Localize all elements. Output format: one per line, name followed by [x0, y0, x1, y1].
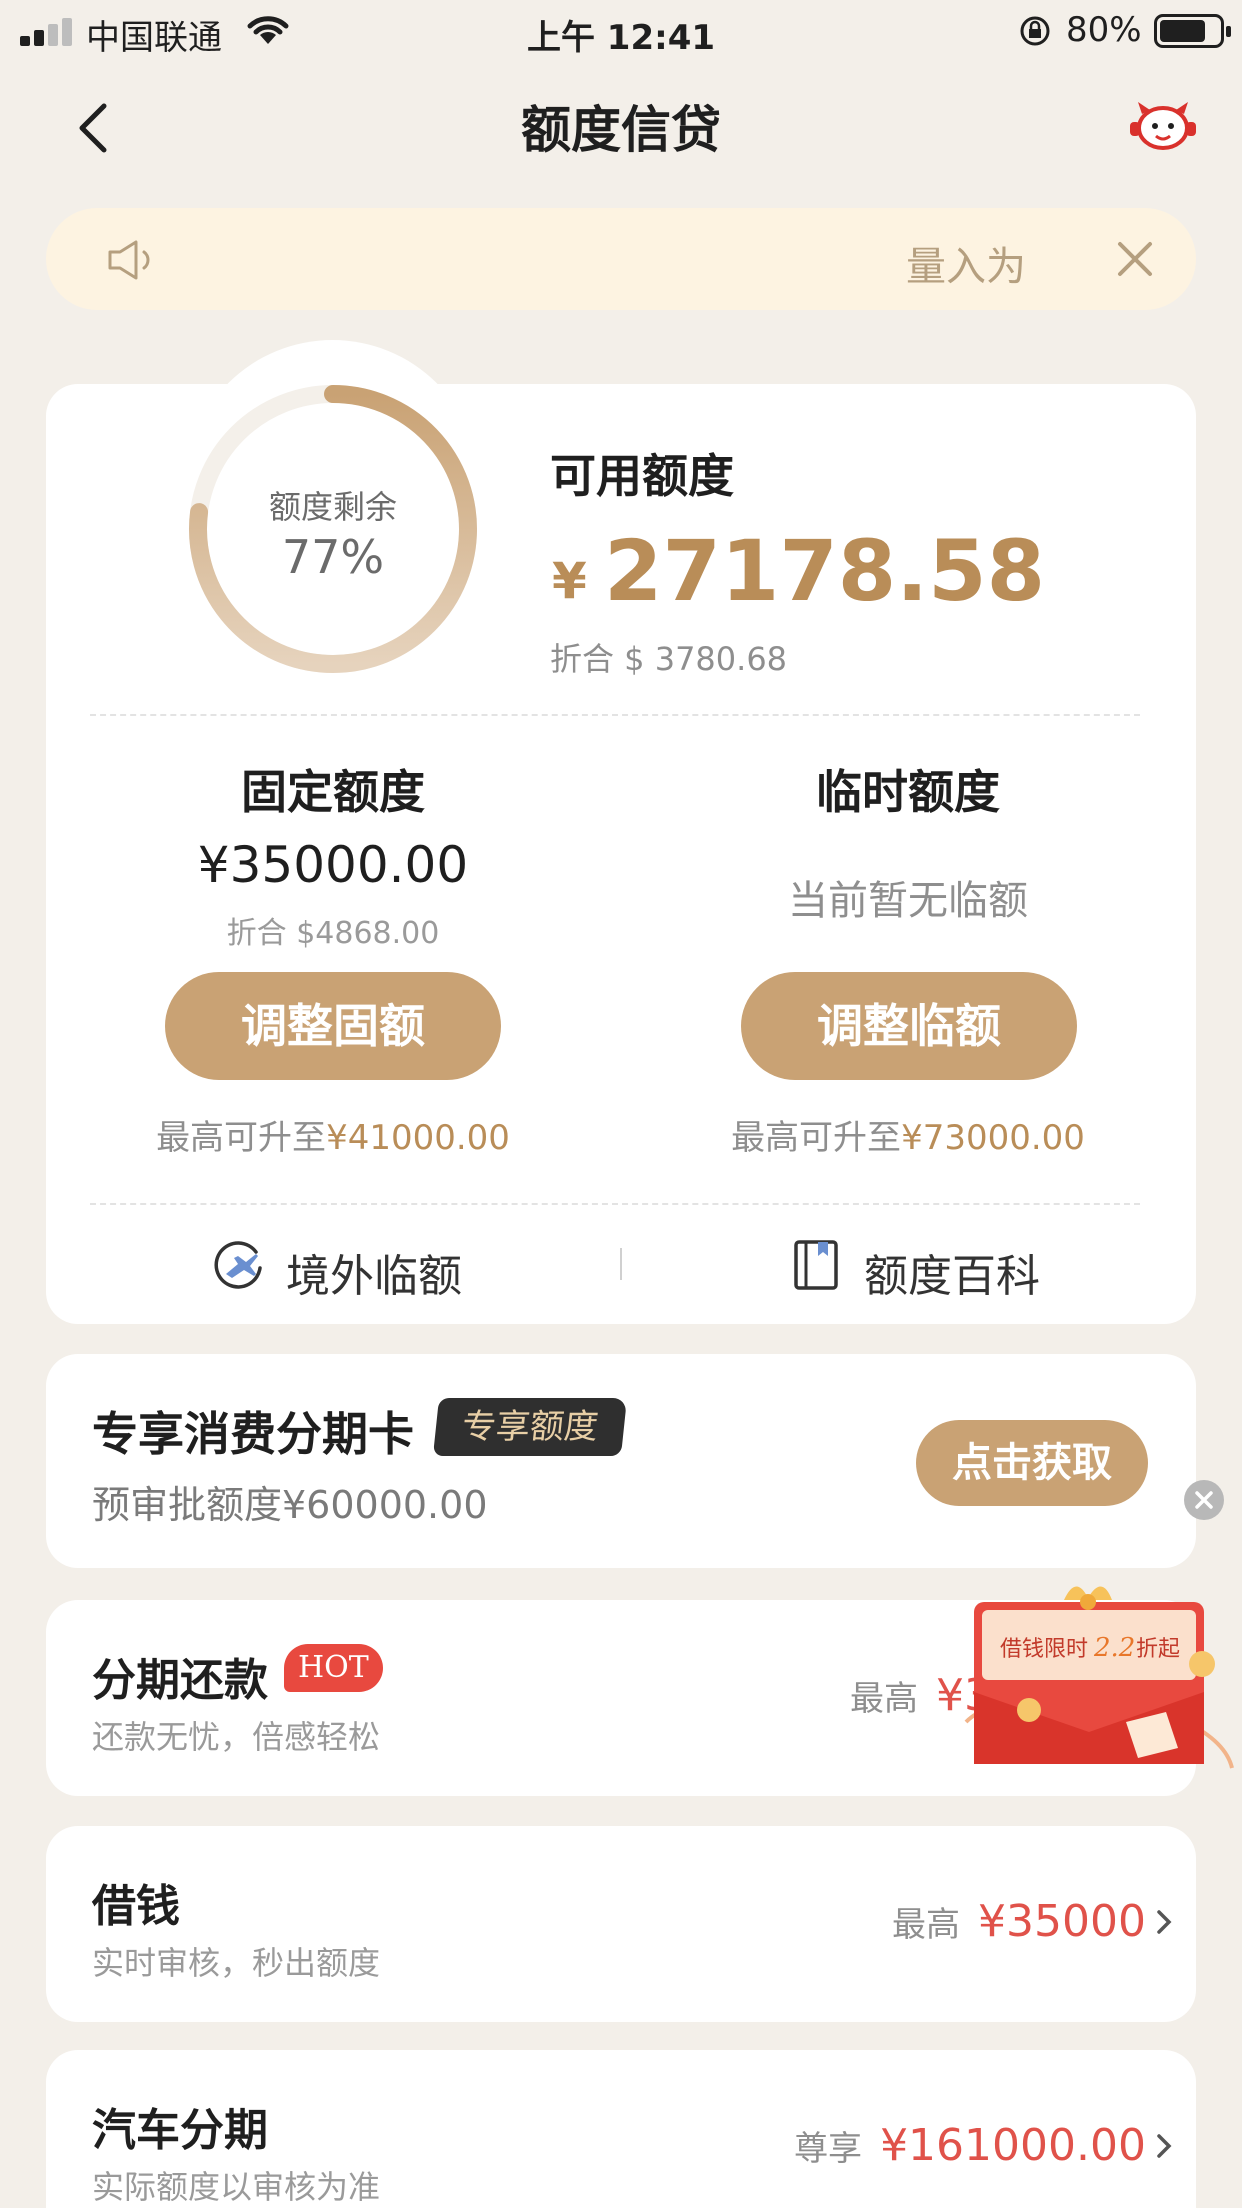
get-now-button[interactable]: 点击获取: [916, 1420, 1148, 1506]
notice-bar[interactable]: 量入为: [46, 208, 1196, 310]
credit-wiki-label: 额度百科: [864, 1251, 1040, 1302]
speaker-icon: [108, 240, 150, 280]
divider: [90, 1203, 1140, 1205]
chevron-right-icon: [1157, 2134, 1172, 2158]
battery-percent: 80%: [1066, 10, 1142, 50]
ring-percent: 77%: [281, 530, 385, 584]
promo-text-pre: 借钱限时: [1000, 1637, 1088, 1662]
row-amount-value: ¥161000.00: [880, 2120, 1146, 2171]
exclusive-card-title: 专享消费分期卡: [92, 1407, 414, 1461]
hot-badge: HOT: [284, 1644, 383, 1692]
row-subtitle: 还款无忧，倍感轻松: [92, 1718, 381, 1756]
red-envelope-promo[interactable]: 借钱限时 2.2 折起: [956, 1572, 1242, 1782]
row-amount-value: ¥35000: [978, 1896, 1146, 1947]
row-amount: 尊享 ¥161000.00: [794, 2120, 1146, 2171]
row-title: 借钱: [92, 1881, 180, 1932]
row-amount: 最高 ¥35000: [892, 1896, 1146, 1947]
fixed-credit-title: 固定额度: [241, 765, 425, 819]
temp-max-line: 最高可升至¥73000.00: [658, 1110, 1158, 1159]
available-credit-usd: 折合 $ 3780.68: [550, 640, 788, 678]
fixed-max-value: ¥41000.00: [326, 1118, 510, 1158]
exclusive-card-subtitle: 预审批额度¥60000.00: [92, 1483, 488, 1527]
row-subtitle: 实际额度以审核为准: [92, 2168, 381, 2206]
currency-symbol: ¥: [552, 552, 587, 610]
rotation-lock-icon: [1020, 16, 1050, 46]
fixed-credit-amount: ¥35000.00: [197, 836, 469, 894]
floating-close-icon[interactable]: [1184, 1480, 1224, 1520]
notice-text: 量入为: [906, 244, 1026, 290]
page-title: 额度信贷: [521, 101, 721, 159]
row-amount-prefix: 最高: [850, 1679, 918, 1719]
temp-max-value: ¥73000.00: [901, 1118, 1085, 1158]
row-amount-prefix: 尊享: [794, 2129, 863, 2169]
book-icon: [794, 1240, 838, 1290]
battery-icon: [1154, 14, 1231, 48]
chevron-right-icon: [1157, 1910, 1172, 1934]
fixed-credit-usd: 折合 $4868.00: [226, 916, 440, 951]
promo-text-num: 2.2: [1093, 1633, 1135, 1663]
row-subtitle: 实时审核，秒出额度: [92, 1944, 381, 1982]
row-amount-prefix: 最高: [892, 1905, 961, 1945]
fixed-max-line: 最高可升至¥41000.00: [83, 1110, 583, 1159]
ring-label: 额度剩余: [268, 488, 397, 526]
row-title: 分期还款: [92, 1655, 268, 1706]
link-separator: [620, 1248, 622, 1280]
mascot-service-icon[interactable]: [1128, 98, 1198, 154]
remaining-quota-ring: [189, 385, 477, 673]
fixed-max-prefix: 最高可升至: [156, 1118, 327, 1158]
promo-text-post: 折起: [1136, 1637, 1180, 1662]
divider: [90, 714, 1140, 716]
adjust-fixed-button[interactable]: 调整固额: [165, 972, 501, 1080]
status-bar: 中国联通 上午 12:41 80%: [0, 0, 1242, 62]
available-credit-amount: 27178.58: [604, 522, 1046, 620]
plane-globe-icon: [214, 1241, 262, 1289]
temp-max-prefix: 最高可升至: [731, 1118, 902, 1158]
overseas-temp-label: 境外临额: [286, 1251, 462, 1302]
temp-credit-status: 当前暂无临额: [788, 878, 1028, 924]
status-time: 上午 12:41: [526, 18, 716, 58]
available-credit-label: 可用额度: [550, 449, 734, 503]
row-title: 汽车分期: [92, 2105, 268, 2156]
close-icon[interactable]: [1110, 234, 1160, 284]
adjust-temp-button[interactable]: 调整临额: [741, 972, 1077, 1080]
temp-credit-title: 临时额度: [816, 765, 1000, 819]
exclusive-credit-tag: 专享额度: [432, 1398, 628, 1456]
